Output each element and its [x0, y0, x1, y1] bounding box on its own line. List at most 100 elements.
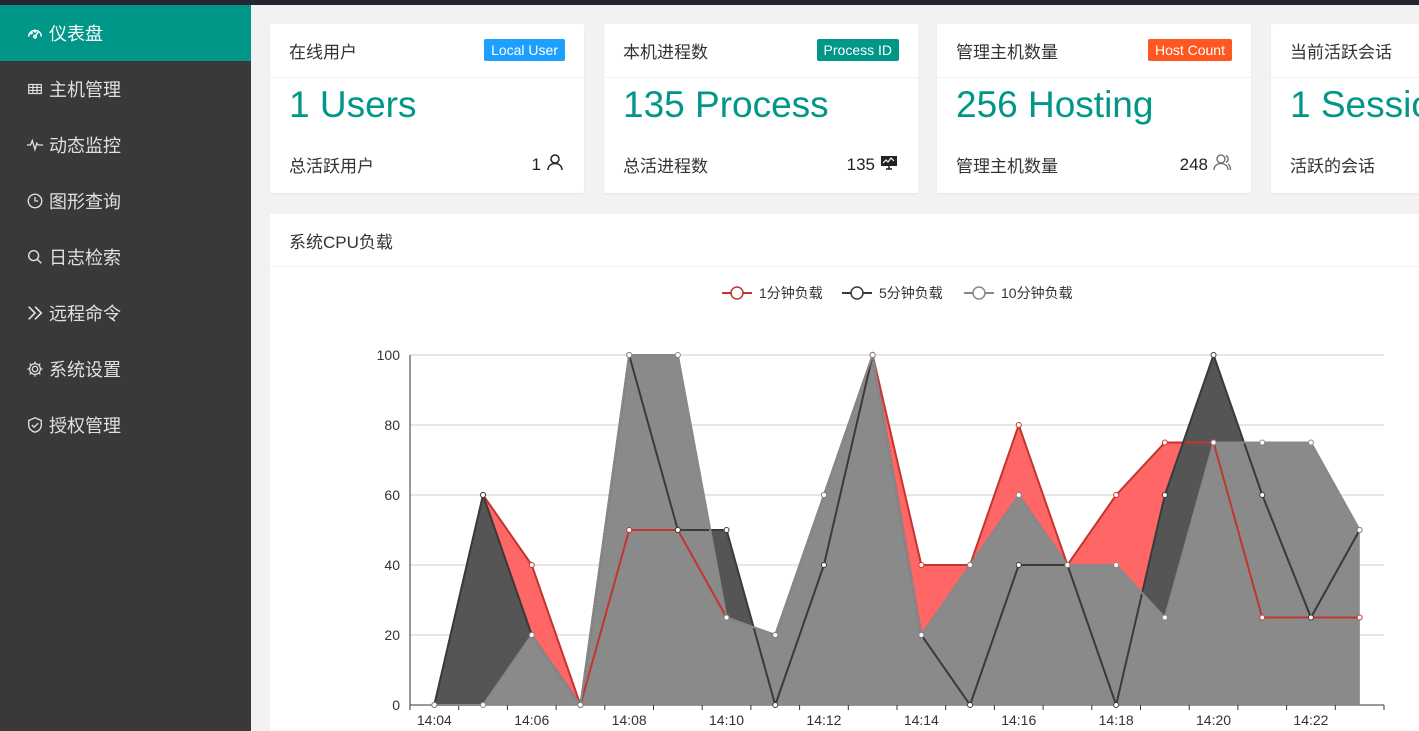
data-point[interactable]: [967, 702, 974, 708]
card-header: 在线用户 Local User: [270, 24, 584, 78]
card-header: 本机进程数 Process ID: [604, 24, 918, 78]
grid-icon: [24, 78, 46, 100]
card-foot-value: 248: [1179, 154, 1208, 174]
data-point[interactable]: [1356, 614, 1363, 621]
data-point[interactable]: [1307, 439, 1314, 446]
sidebar-item-label: 授权管理: [49, 416, 121, 436]
data-point[interactable]: [1064, 562, 1071, 568]
data-point[interactable]: [577, 702, 584, 708]
data-point[interactable]: [918, 632, 925, 638]
sidebar-item-label: 系统设置: [49, 360, 121, 380]
gear-icon: [24, 358, 46, 380]
data-point[interactable]: [772, 702, 779, 708]
data-point[interactable]: [1161, 439, 1168, 446]
data-point[interactable]: [480, 492, 487, 498]
data-point[interactable]: [1161, 614, 1168, 621]
users-icon: [1212, 152, 1232, 177]
data-point[interactable]: [1161, 492, 1168, 498]
data-point[interactable]: [869, 352, 876, 358]
card-foot-value: 135: [846, 154, 875, 174]
x-tick-label: 14:06: [514, 712, 549, 728]
y-tick-label: 80: [384, 417, 400, 433]
data-point[interactable]: [820, 492, 827, 498]
cpu-load-panel: 系统CPU负载 0 20 40 60 80 100 14:04 14:06 14:08 14:10…: [270, 214, 1419, 731]
legend-marker[interactable]: [850, 286, 864, 300]
data-point[interactable]: [723, 614, 730, 621]
data-point[interactable]: [1259, 439, 1266, 446]
sidebar-item-settings[interactable]: 系统设置: [0, 341, 251, 397]
sidebar-item-label: 主机管理: [49, 80, 121, 100]
card-foot-label: 活跃的会话: [1290, 157, 1375, 176]
data-point[interactable]: [1015, 562, 1022, 568]
sidebar-item-hosts[interactable]: 主机管理: [0, 61, 251, 117]
dashboard-icon: [24, 22, 46, 44]
data-point[interactable]: [1356, 527, 1363, 533]
sidebar-item-monitor[interactable]: 动态监控: [0, 117, 251, 173]
data-point[interactable]: [1210, 439, 1217, 446]
data-point[interactable]: [1307, 614, 1314, 621]
data-point[interactable]: [528, 562, 535, 568]
sidebar-item-log-search[interactable]: 日志检索: [0, 229, 251, 285]
data-point[interactable]: [772, 632, 779, 638]
data-point[interactable]: [431, 702, 438, 708]
data-point[interactable]: [626, 527, 633, 533]
data-point[interactable]: [918, 562, 925, 568]
card-footer: 管理主机数量 248: [956, 152, 1232, 177]
sidebar-item-remote-command[interactable]: 远程命令: [0, 285, 251, 341]
x-tick-label: 14:18: [1099, 712, 1134, 728]
card-value: 135 Process: [623, 84, 829, 125]
data-point[interactable]: [674, 527, 681, 533]
data-point[interactable]: [674, 352, 681, 358]
card-value: 256 Hosting: [956, 84, 1154, 125]
data-point[interactable]: [1015, 492, 1022, 498]
legend-label[interactable]: 1分钟负载: [759, 285, 823, 301]
host-count-card: 管理主机数量 Host Count 256 Hosting 管理主机数量 248: [937, 24, 1251, 193]
card-footer: 活跃的会话: [1290, 152, 1375, 177]
data-point[interactable]: [1210, 352, 1217, 358]
data-point[interactable]: [1015, 422, 1022, 428]
card-title: 管理主机数量: [956, 43, 1058, 62]
card-title: 在线用户: [289, 43, 357, 62]
card-value: 1 Session: [1290, 84, 1419, 125]
legend-marker[interactable]: [972, 286, 986, 300]
monitor-icon: [879, 152, 899, 177]
x-tick-label: 14:10: [709, 712, 744, 728]
legend-marker[interactable]: [730, 286, 744, 300]
sidebar-item-label: 远程命令: [49, 304, 121, 324]
data-point[interactable]: [626, 352, 633, 358]
card-value: 1 Users: [289, 84, 417, 125]
data-point[interactable]: [967, 562, 974, 568]
cpu-load-chart: 0 20 40 60 80 100 14:04 14:06 14:08 14:10 14:12 14:…: [377, 285, 1385, 728]
data-point[interactable]: [1113, 562, 1120, 568]
data-point[interactable]: [820, 562, 827, 568]
data-point[interactable]: [480, 702, 487, 708]
y-tick-label: 20: [384, 627, 400, 643]
x-tick-label: 14:04: [417, 712, 452, 728]
data-point[interactable]: [1113, 492, 1120, 498]
search-icon: [24, 246, 46, 268]
x-tick-label: 14:08: [612, 712, 647, 728]
double-chevron-icon: [24, 302, 46, 324]
card-badge: Local User: [484, 39, 565, 61]
user-icon: [545, 152, 565, 177]
data-point[interactable]: [1113, 702, 1120, 708]
card-title: 本机进程数: [623, 43, 708, 62]
sidebar-item-authorization[interactable]: 授权管理: [0, 397, 251, 453]
sidebar-item-dashboard[interactable]: 仪表盘: [0, 5, 251, 61]
legend-label[interactable]: 5分钟负载: [879, 285, 943, 301]
card-title: 当前活跃会话: [1290, 43, 1392, 62]
card-foot-label: 总活跃用户: [289, 157, 374, 176]
card-badge: Host Count: [1147, 39, 1232, 61]
data-point[interactable]: [1259, 614, 1266, 621]
online-users-card: 在线用户 Local User 1 Users 总活跃用户 1: [270, 24, 584, 193]
sidebar-item-label: 仪表盘: [49, 24, 103, 44]
data-point[interactable]: [1259, 492, 1266, 498]
x-tick-label: 14:20: [1196, 712, 1231, 728]
sidebar-item-graph-query[interactable]: 图形查询: [0, 173, 251, 229]
sidebar: 仪表盘 主机管理 动态监控 图形查询 日志检索 远程命令 系统设置 授权管理: [0, 5, 251, 731]
sidebar-item-label: 日志检索: [49, 248, 121, 268]
legend-label[interactable]: 10分钟负载: [1001, 285, 1073, 301]
data-point[interactable]: [723, 527, 730, 533]
card-footer: 总活进程数 135: [623, 152, 899, 177]
data-point[interactable]: [528, 632, 535, 638]
